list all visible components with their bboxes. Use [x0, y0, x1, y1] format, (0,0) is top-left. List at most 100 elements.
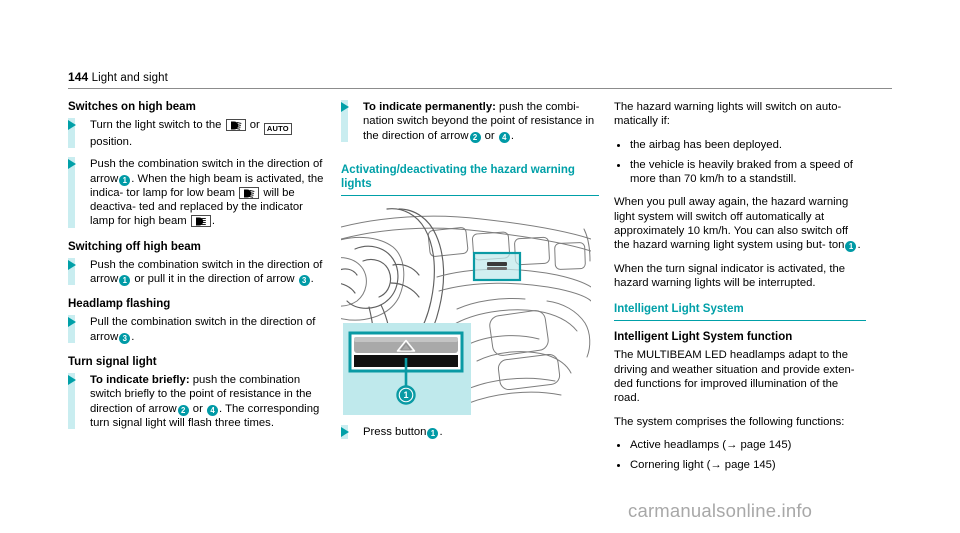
low-beam-lamp-icon — [225, 119, 246, 131]
inset-detail-panel: 1 — [343, 323, 471, 416]
auto-mode-icon: AUTO — [263, 123, 292, 135]
step-line-5: three times. — [214, 416, 274, 429]
right-column: The hazard warning lights will switch on… — [614, 100, 866, 478]
step-arrow-icon — [68, 159, 76, 170]
list-item-label: Active headlamps (→ page 145) — [630, 438, 792, 451]
bullet-dot-icon — [617, 163, 620, 167]
step-lead-in: To indicate permanently: — [363, 101, 496, 113]
step-para-b: tor lamp for low beam — [126, 186, 236, 199]
step-arrow-icon — [341, 102, 349, 112]
step-push-combination-switch-high-beam: Push the combination switch in the direc… — [68, 157, 324, 228]
step-line-2-after: . — [310, 273, 314, 286]
step-line-1: Push the combination switch in the direc… — [90, 258, 310, 271]
step-arrow-icon — [68, 374, 76, 385]
step-text-after: . — [439, 426, 443, 439]
heading-intelligent-light-system: Intelligent Light System — [614, 303, 744, 316]
high-beam-lamp-icon — [190, 215, 211, 228]
hazard-auto-switch-off-paragraph: When you pull away again, the hazard war… — [614, 195, 866, 253]
list-item-label: the airbag has been deployed. — [630, 138, 783, 151]
header-divider — [68, 88, 892, 89]
step-text-after: position. — [90, 136, 133, 148]
step-text: Pull the combination switch in the direc… — [90, 315, 324, 344]
callout-marker-2: 2 — [177, 404, 189, 416]
step-turn-light-switch: Turn the light switch to the or AUTO pos… — [68, 118, 324, 149]
page-header: 144 Light and sight — [68, 70, 892, 92]
dashboard-hazard-button-illustration: 1 — [341, 205, 591, 416]
step-line-3-after: . — [218, 402, 223, 415]
step-arrow-icon — [68, 259, 76, 270]
bullet-dot-icon — [617, 443, 620, 447]
turn-signal-interrupt-paragraph: When the turn signal indicator is activa… — [614, 262, 846, 289]
step-line-1: Pull the combination switch in the direc… — [90, 316, 303, 329]
paragraph-text-period: . — [857, 239, 861, 252]
page-title: Light and sight — [91, 72, 168, 84]
step-press-button: Press button 1. — [341, 425, 599, 440]
callout-marker-1: 1 — [119, 174, 131, 186]
step-para-e: high beam — [133, 215, 187, 228]
callout-marker-1: 1 — [427, 428, 439, 440]
step-arrow-icon — [341, 427, 349, 438]
step-text: Push the combination switch in the direc… — [90, 258, 324, 287]
bullet-dot-icon — [617, 143, 620, 147]
step-arrow-icon — [68, 120, 76, 130]
left-column: Switches on high beam Turn the light swi… — [68, 100, 324, 438]
hazard-auto-intro-paragraph: The hazard warning lights will switch on… — [614, 101, 842, 128]
step-text-or: or — [249, 119, 260, 131]
bullet-dot-icon — [617, 464, 620, 468]
list-item-label: the vehicle is heavily braked from a spe… — [630, 158, 853, 186]
illustration-svg: 1 — [341, 205, 591, 416]
step-para-f: . — [211, 215, 215, 228]
step-headlamp-flashing: Pull the combination switch in the direc… — [68, 315, 324, 344]
list-item-label: Cornering light (→ page 145) — [630, 459, 776, 472]
heading-headlamp-flashing: Headlamp flashing — [68, 298, 171, 311]
step-line-2: nation switch beyond the point of resist… — [363, 115, 583, 128]
heading-switches-on-high-beam: Switches on high beam — [68, 101, 196, 113]
step-arrow-icon — [68, 317, 76, 328]
step-indicate-permanently: To indicate permanently: push the combi-… — [341, 100, 599, 143]
heading-activating-hazard-warning-lights: Activating/deactivating the hazard warni… — [341, 163, 575, 191]
watermark: carmanualsonline.info — [628, 500, 813, 521]
list-item: the airbag has been deployed. — [614, 138, 866, 152]
step-line-3-mid: or — [484, 129, 495, 142]
step-text: To indicate permanently: push the combi-… — [363, 100, 599, 143]
heading-turn-signal-light: Turn signal light — [68, 355, 157, 368]
heading-underline — [614, 319, 866, 322]
callout-marker-1: 1 — [396, 385, 416, 406]
callout-marker-1-label: 1 — [403, 391, 408, 401]
callout-marker-2: 2 — [469, 131, 481, 143]
list-item: Active headlamps (→ page 145) — [614, 438, 866, 452]
step-line-3-mid: or — [192, 402, 203, 415]
step-line-2: switch briefly to the point of resistanc… — [90, 388, 312, 401]
step-line-2-after: . — [131, 172, 135, 185]
callout-marker-1: 1 — [119, 275, 131, 287]
paragraph-text: When you pull away again, the hazard war… — [614, 196, 849, 252]
multibeam-description-paragraph: The MULTIBEAM LED headlamps adapt to the… — [614, 349, 855, 405]
list-item: the vehicle is heavily braked from a spe… — [614, 158, 866, 187]
heading-underline — [341, 194, 599, 197]
page-number: 144 — [68, 70, 89, 84]
step-text: Push the combination switch in the direc… — [90, 157, 324, 228]
subheading-intelligent-light-system-function: Intelligent Light System function — [614, 331, 793, 344]
step-text: To indicate briefly: push the combinatio… — [90, 373, 324, 430]
heading-switching-off-high-beam: Switching off high beam — [68, 240, 201, 253]
callout-marker-4: 4 — [498, 131, 510, 143]
callout-marker-3: 3 — [119, 332, 131, 344]
step-text-before: Turn the light switch to the — [90, 119, 222, 131]
step-line-1: Push the combination switch in the direc… — [90, 158, 310, 171]
callout-marker-1: 1 — [845, 241, 857, 253]
step-switch-off-high-beam: Push the combination switch in the direc… — [68, 257, 324, 287]
step-text-before: Press button — [363, 426, 427, 439]
hazard-button-small — [487, 262, 507, 271]
step-indicate-briefly: To indicate briefly: push the combinatio… — [68, 372, 324, 430]
callout-marker-3: 3 — [298, 275, 310, 287]
step-line-3-before: direction of arrow — [90, 402, 177, 415]
step-text: Turn the light switch to the or AUTO pos… — [90, 118, 324, 149]
paragraph-text-ton: ton — [828, 239, 845, 252]
step-lead-in: To indicate briefly: — [90, 373, 190, 386]
header-text: 144 Light and sight — [68, 70, 168, 84]
button-location-highlight — [472, 252, 522, 282]
step-line-2-mid: or pull it in the direction of arrow — [134, 273, 295, 286]
callout-marker-4: 4 — [206, 404, 218, 416]
step-line-1-rest: push the combi- — [499, 101, 580, 113]
low-beam-lamp-icon — [239, 186, 260, 199]
